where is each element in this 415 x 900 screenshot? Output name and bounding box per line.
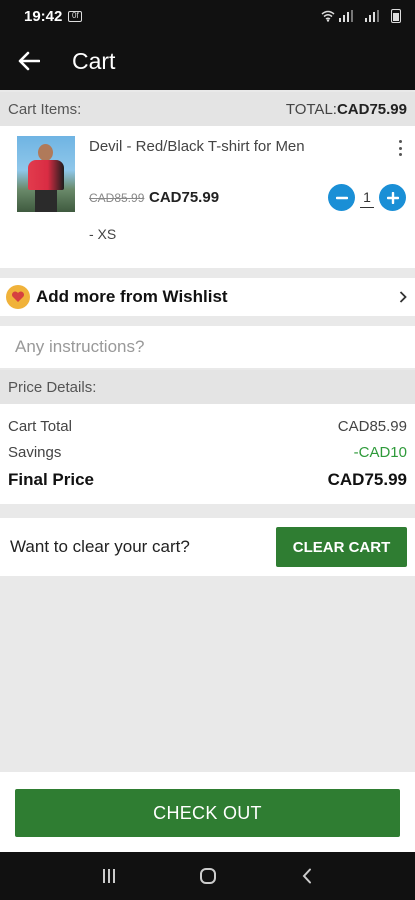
add-from-wishlist-row[interactable]: Add more from Wishlist (0, 278, 415, 316)
total-label: TOTAL: (285, 100, 337, 118)
price-details-label: Price Details: (8, 378, 97, 396)
page-title: Cart (72, 47, 116, 74)
status-bar: 19:42 0f (0, 0, 415, 32)
clear-cart-button[interactable]: CLEAR CART (276, 527, 407, 567)
signal-2-icon (365, 10, 379, 22)
home-icon[interactable] (200, 868, 217, 884)
checkout-button[interactable]: CHECK OUT (15, 789, 400, 837)
final-price-label: Final Price (8, 470, 94, 489)
original-price: CAD85.99 (89, 191, 145, 205)
savings-value: -CAD10 (353, 444, 407, 461)
checkout-panel: CHECK OUT (0, 772, 415, 852)
battery-icon (391, 9, 401, 23)
minus-icon (335, 196, 348, 199)
cart-items-label: Cart Items: (8, 100, 82, 118)
plus-icon (386, 191, 399, 204)
app-bar: Cart (0, 32, 415, 90)
sale-price: CAD75.99 (149, 189, 220, 206)
increase-quantity-button[interactable] (379, 184, 406, 211)
cart-total-value: CAD85.99 (337, 418, 407, 435)
total-value: CAD75.99 (336, 100, 407, 118)
final-price-value: CAD75.99 (327, 470, 407, 489)
cart-total-summary: TOTAL:CAD75.99 (286, 101, 407, 118)
more-options-icon[interactable] (397, 140, 403, 156)
signal-icon (339, 10, 353, 22)
arrow-left-icon (18, 51, 40, 71)
cart-item: Devil - Red/Black T-shirt for Men CAD85.… (0, 126, 415, 268)
decrease-quantity-button[interactable] (328, 184, 355, 211)
status-icons (321, 9, 401, 23)
price-details-header: Price Details: (0, 370, 415, 404)
product-variant: - XS (89, 226, 117, 242)
savings-row: Savings -CAD10 (8, 444, 407, 461)
back-nav-icon[interactable] (302, 868, 312, 884)
clear-cart-question: Want to clear your cart? (10, 537, 190, 556)
cart-total-label: Cart Total (8, 418, 72, 435)
chevron-right-icon (399, 287, 407, 308)
clear-cart-row: Want to clear your cart? CLEAR CART (0, 518, 415, 576)
recent-apps-icon[interactable] (102, 869, 115, 883)
cart-total-row: Cart Total CAD85.99 (8, 418, 407, 435)
savings-label: Savings (8, 444, 62, 461)
status-time: 19:42 (24, 7, 63, 25)
price-details: Cart Total CAD85.99 Savings -CAD10 Final… (0, 404, 415, 504)
cart-items-header: Cart Items: TOTAL:CAD75.99 (0, 92, 415, 126)
back-button[interactable] (0, 32, 58, 90)
wishlist-label: Add more from Wishlist (36, 287, 228, 306)
wifi-icon (321, 10, 335, 22)
system-nav-bar (0, 852, 415, 900)
quantity-value: 1 (360, 189, 374, 208)
instructions-input[interactable]: Any instructions? (0, 326, 415, 368)
notification-icon: 0f (68, 10, 83, 22)
heart-icon (6, 285, 30, 309)
final-price-row: Final Price CAD75.99 (8, 470, 407, 490)
product-name[interactable]: Devil - Red/Black T-shirt for Men (89, 138, 305, 155)
product-image[interactable] (17, 136, 75, 212)
